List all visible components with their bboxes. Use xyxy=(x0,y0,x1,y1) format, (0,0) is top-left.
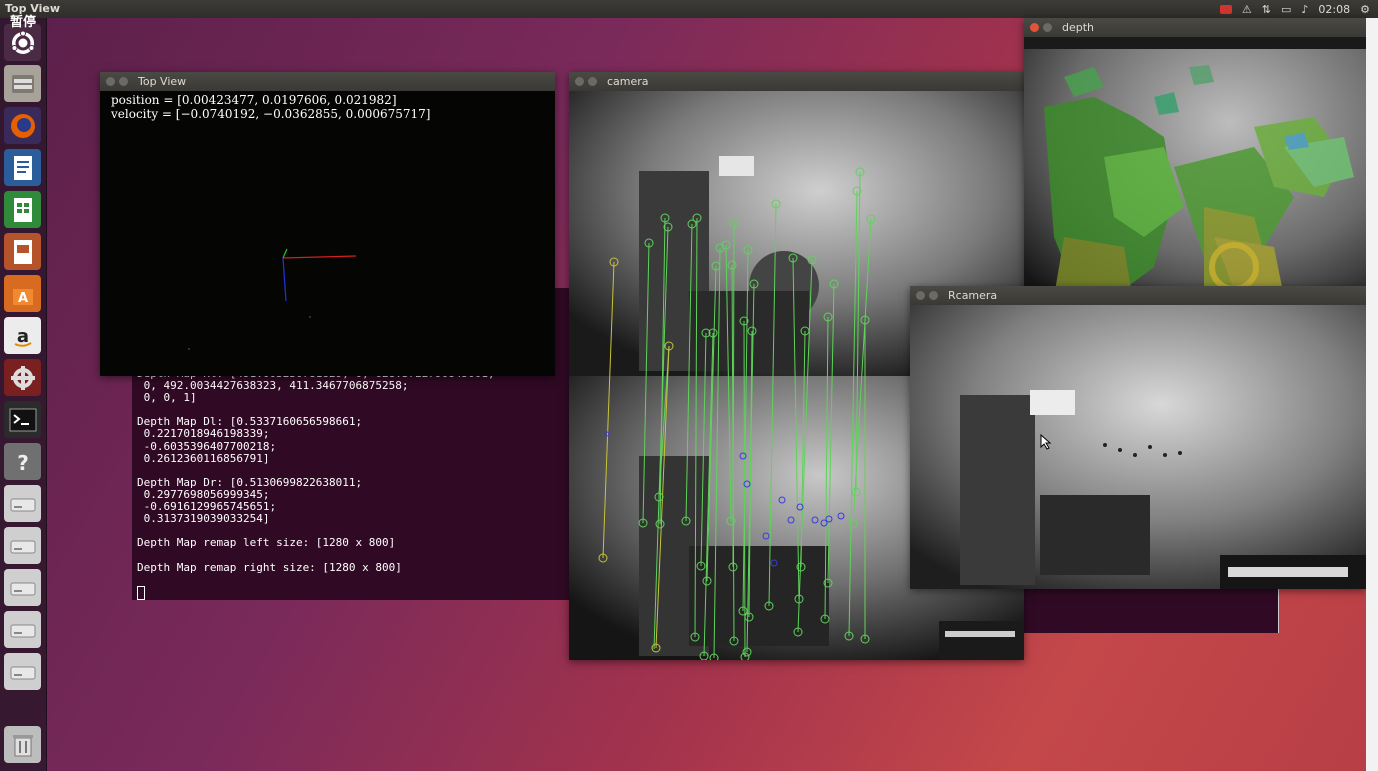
right-edge-window xyxy=(1366,18,1378,771)
system-settings-icon[interactable] xyxy=(4,359,41,396)
axis-gizmo xyxy=(188,248,357,350)
minimize-button[interactable] xyxy=(1043,23,1052,32)
window-title: camera xyxy=(607,75,649,88)
terminal-icon[interactable] xyxy=(4,401,41,438)
drive-icon[interactable] xyxy=(4,653,41,690)
notification-icon[interactable]: ⚠ xyxy=(1242,3,1252,16)
window-title: Top View xyxy=(138,75,187,88)
drive-icon[interactable] xyxy=(4,485,41,522)
close-button[interactable] xyxy=(575,77,584,86)
writer-icon[interactable] xyxy=(4,149,41,186)
topview-titlebar[interactable]: Top View xyxy=(100,72,555,91)
battery-icon[interactable]: ▭ xyxy=(1281,3,1291,16)
depth-titlebar[interactable]: depth xyxy=(1024,18,1366,37)
drive-icon[interactable] xyxy=(4,611,41,648)
pause-overlay: 暂停 xyxy=(10,15,37,30)
settings-gear-icon[interactable]: ⚙ xyxy=(1360,3,1370,16)
rcamera-image xyxy=(910,305,1366,589)
depth-map-image xyxy=(1024,37,1366,322)
camera-titlebar[interactable]: camera xyxy=(569,72,1024,91)
window-title: Rcamera xyxy=(948,289,998,302)
rcamera-window[interactable]: Rcamera xyxy=(910,286,1366,589)
launcher: A a ? xyxy=(0,18,47,771)
drive-icon[interactable] xyxy=(4,569,41,606)
terminal-cursor xyxy=(137,585,145,600)
mouse-pointer-icon xyxy=(1040,434,1052,450)
software-center-icon[interactable]: A xyxy=(4,275,41,312)
depth-window[interactable]: depth xyxy=(1024,18,1366,322)
topview-canvas: position = [0.00423477, 0.0197606, 0.021… xyxy=(100,91,555,376)
terminal-output: Depth Map Kl: [491.003230781829, 0, 628.… xyxy=(137,367,495,601)
background-window xyxy=(1024,588,1279,633)
close-button[interactable] xyxy=(106,77,115,86)
close-button[interactable] xyxy=(1030,23,1039,32)
topview-window[interactable]: Top View position = [0.00423477, 0.01976… xyxy=(100,72,555,376)
rcamera-titlebar[interactable]: Rcamera xyxy=(910,286,1366,305)
svg-text:A: A xyxy=(17,291,27,306)
drive-icon[interactable] xyxy=(4,527,41,564)
help-icon[interactable]: ? xyxy=(4,443,41,480)
file-manager-icon[interactable] xyxy=(4,65,41,102)
close-button[interactable] xyxy=(916,291,925,300)
system-tray: ⚠ ⇅ ▭ ♪ 02:08 ⚙ xyxy=(1219,0,1370,18)
clock[interactable]: 02:08 xyxy=(1318,3,1350,16)
minimize-button[interactable] xyxy=(588,77,597,86)
network-icon[interactable]: ⇅ xyxy=(1262,3,1271,16)
top-panel: Top View ⚠ ⇅ ▭ ♪ 02:08 ⚙ xyxy=(0,0,1378,18)
minimize-button[interactable] xyxy=(929,291,938,300)
amazon-icon[interactable]: a xyxy=(4,317,41,354)
record-icon[interactable] xyxy=(1219,4,1232,14)
trash-icon[interactable] xyxy=(4,726,41,763)
impress-icon[interactable] xyxy=(4,233,41,270)
svg-text:?: ? xyxy=(17,451,29,475)
minimize-button[interactable] xyxy=(119,77,128,86)
calc-icon[interactable] xyxy=(4,191,41,228)
volume-icon[interactable]: ♪ xyxy=(1301,3,1308,16)
firefox-icon[interactable] xyxy=(4,107,41,144)
window-title: depth xyxy=(1062,21,1095,34)
